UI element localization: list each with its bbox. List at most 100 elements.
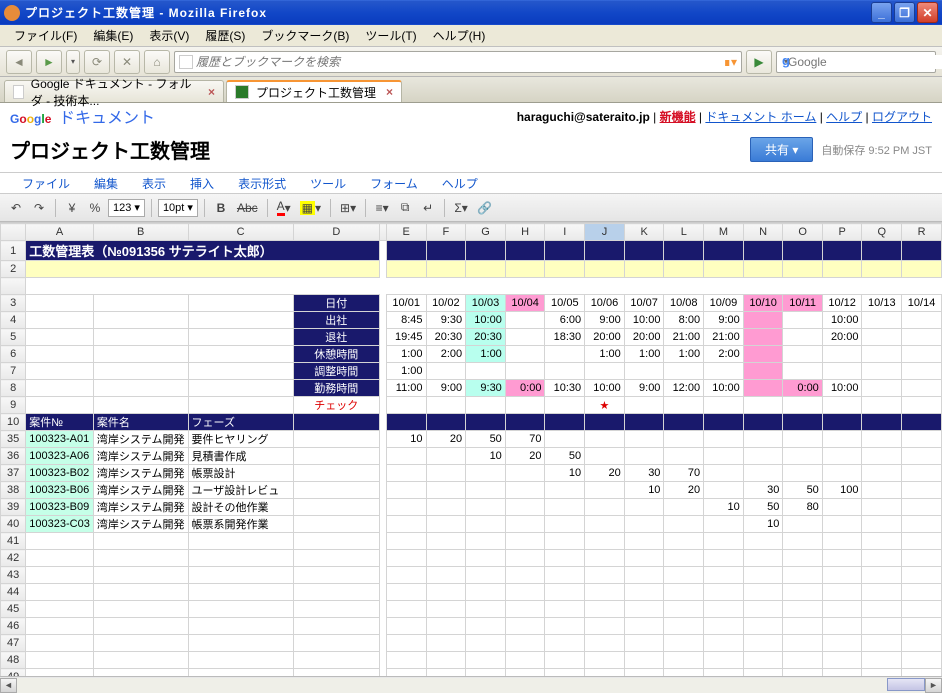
col-header-G[interactable]: G <box>466 224 506 241</box>
cell[interactable] <box>862 312 902 329</box>
cell[interactable]: 20:30 <box>466 329 506 346</box>
cell[interactable]: 10:00 <box>585 380 625 397</box>
cell[interactable] <box>902 618 942 635</box>
cell[interactable] <box>545 482 585 499</box>
cell[interactable] <box>862 380 902 397</box>
cell[interactable] <box>293 516 379 533</box>
cell[interactable]: 9:00 <box>704 312 744 329</box>
cell[interactable] <box>545 414 585 431</box>
cell[interactable] <box>822 550 862 567</box>
cell[interactable] <box>188 601 293 618</box>
row-label-leave[interactable]: 退社 <box>293 329 379 346</box>
cell[interactable] <box>743 567 783 584</box>
cell[interactable] <box>664 414 704 431</box>
cell[interactable] <box>704 241 744 261</box>
cell[interactable] <box>624 499 664 516</box>
row-label-date[interactable]: 日付 <box>293 295 379 312</box>
cell[interactable] <box>783 601 822 618</box>
col-header-I[interactable]: I <box>545 224 585 241</box>
cell[interactable] <box>26 295 94 312</box>
cell[interactable] <box>93 618 188 635</box>
cell[interactable] <box>26 346 94 363</box>
cell[interactable] <box>783 363 822 380</box>
cell[interactable] <box>624 516 664 533</box>
cell[interactable] <box>624 567 664 584</box>
cell[interactable]: 20 <box>426 431 466 448</box>
cell[interactable] <box>293 533 379 550</box>
number-format-select[interactable]: 123 ▾ <box>108 199 145 217</box>
cell[interactable] <box>822 567 862 584</box>
scroll-thumb[interactable] <box>887 678 925 691</box>
col-header-P[interactable]: P <box>822 224 862 241</box>
cell[interactable] <box>386 618 426 635</box>
col-header-C[interactable]: C <box>188 224 293 241</box>
cell[interactable]: 6:00 <box>545 312 585 329</box>
cell[interactable]: 1:00 <box>386 363 426 380</box>
date-header[interactable]: 10/05 <box>545 295 585 312</box>
cell[interactable] <box>386 516 426 533</box>
check-cell[interactable] <box>743 397 783 414</box>
fill-color-button[interactable]: ▦▾ <box>297 198 324 218</box>
cell[interactable] <box>585 567 625 584</box>
logout-link[interactable]: ログアウト <box>872 110 932 124</box>
cell[interactable] <box>426 363 466 380</box>
cell[interactable] <box>505 499 545 516</box>
cell[interactable] <box>466 550 506 567</box>
cell[interactable] <box>26 567 94 584</box>
col-header-A[interactable]: A <box>26 224 94 241</box>
cell[interactable] <box>902 380 942 397</box>
ff-menu-history[interactable]: 履歴(S) <box>197 25 253 46</box>
cell[interactable] <box>26 601 94 618</box>
case-id[interactable]: 100323-A01 <box>26 431 94 448</box>
cell[interactable] <box>664 635 704 652</box>
cell[interactable] <box>862 652 902 669</box>
cell[interactable] <box>26 618 94 635</box>
cell[interactable] <box>26 380 94 397</box>
cell[interactable] <box>783 567 822 584</box>
cell[interactable] <box>704 652 744 669</box>
col-header-M[interactable]: M <box>704 224 744 241</box>
cell[interactable] <box>426 241 466 261</box>
cell[interactable] <box>505 241 545 261</box>
cell[interactable] <box>664 499 704 516</box>
row-header-45[interactable]: 45 <box>1 601 26 618</box>
cell[interactable] <box>902 550 942 567</box>
cell[interactable] <box>902 533 942 550</box>
cell[interactable]: 10:00 <box>624 312 664 329</box>
cell[interactable] <box>466 516 506 533</box>
cell[interactable] <box>862 346 902 363</box>
case-phase[interactable]: ユーザ設計レビュ <box>188 482 293 499</box>
doc-home-link[interactable]: ドキュメント ホーム <box>705 110 816 124</box>
cell[interactable] <box>426 550 466 567</box>
cell[interactable] <box>664 567 704 584</box>
document-title[interactable]: プロジェクト工数管理 <box>10 135 210 164</box>
row-header-10[interactable]: 10 <box>1 414 26 431</box>
cell[interactable] <box>664 363 704 380</box>
cell[interactable]: 20:00 <box>624 329 664 346</box>
cell[interactable] <box>426 448 466 465</box>
cell[interactable] <box>783 550 822 567</box>
date-header[interactable]: 10/09 <box>704 295 744 312</box>
cell[interactable] <box>505 550 545 567</box>
cell[interactable] <box>545 499 585 516</box>
cell[interactable]: 2:00 <box>704 346 744 363</box>
cell[interactable] <box>545 346 585 363</box>
cell[interactable] <box>783 312 822 329</box>
cell[interactable] <box>585 482 625 499</box>
cell[interactable] <box>545 618 585 635</box>
cell[interactable]: 1:00 <box>585 346 625 363</box>
cell[interactable]: 70 <box>505 431 545 448</box>
cell[interactable]: 10 <box>386 431 426 448</box>
cell[interactable] <box>386 499 426 516</box>
cell[interactable] <box>293 465 379 482</box>
cell[interactable] <box>664 241 704 261</box>
cell[interactable] <box>783 652 822 669</box>
row-header-5[interactable]: 5 <box>1 329 26 346</box>
row-header-36[interactable]: 36 <box>1 448 26 465</box>
cell[interactable] <box>822 261 862 278</box>
bold-button[interactable]: B <box>211 198 231 218</box>
cell[interactable] <box>902 652 942 669</box>
case-no-header[interactable]: 案件№ <box>26 414 94 431</box>
cell[interactable]: 50 <box>545 448 585 465</box>
cell[interactable] <box>26 312 94 329</box>
